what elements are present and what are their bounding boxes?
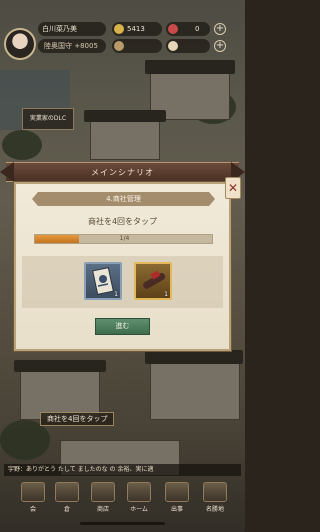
nav-item-landmark[interactable]: 名勝地 (198, 478, 232, 518)
proceed-button[interactable]: 進む (95, 318, 150, 335)
chapter-bar: 4.商社管理 (32, 192, 215, 206)
gold-coin-icon (114, 24, 124, 34)
quest-prompt-plaque[interactable]: 商社を4回をタップ (40, 412, 115, 426)
bottom-navigation: 会 倉 商店 ホーム 出事 名勝地 (0, 478, 245, 518)
warehouse-icon (55, 482, 79, 502)
nav-label: 倉 (63, 506, 70, 513)
dialog-header: メインシナリオ (91, 168, 154, 177)
progress-label: 1/4 (119, 235, 130, 242)
gold-value: 5413 (127, 25, 145, 33)
nav-label: 名勝地 (205, 506, 224, 513)
chapter-title: 4.商社管理 (106, 195, 141, 203)
reward-item-scroll[interactable]: 1 (84, 262, 122, 300)
task-progress-bar: 1/4 (34, 234, 213, 244)
ticket-counter (112, 39, 162, 53)
stamina-icon (168, 41, 178, 51)
reward-count: 1 (164, 291, 168, 298)
event-panel[interactable]: 実業家のDLC (22, 108, 74, 130)
player-avatar[interactable] (4, 28, 36, 60)
top-status-bar: 白川菜乃美 陸奥国守 +8005 5413 0 + + (0, 14, 245, 60)
dialog-header-ribbon: メインシナリオ (6, 162, 239, 182)
shop-icon (91, 482, 115, 502)
reward-count: 1 (114, 291, 118, 298)
player-rank: 陸奥国守 +8005 (38, 39, 106, 53)
ticket-icon (114, 41, 124, 51)
landmark-icon (203, 482, 227, 502)
close-icon[interactable]: ✕ (225, 177, 241, 199)
task-description: 商社を4回をタップ (87, 217, 158, 226)
nav-label: ホーム (130, 506, 148, 513)
player-name: 白川菜乃美 (38, 22, 106, 36)
nav-item-shop[interactable]: 商店 (86, 478, 120, 518)
hall-icon (21, 482, 45, 502)
nav-item-kai[interactable]: 会 (16, 478, 50, 518)
chat-ticker[interactable]: 宇野：ありがとう たして ましたのな の 余裕、実に適 (4, 464, 241, 476)
home-icon (127, 482, 151, 502)
stamina-counter (166, 39, 210, 53)
main-scenario-dialog: 4.商社管理 商社を4回をタップ 1/4 1 1 進む (14, 182, 231, 351)
nav-label: 出事 (170, 506, 183, 513)
gem-counter: 0 (166, 22, 210, 36)
home-indicator (80, 522, 165, 525)
nav-label: 商店 (96, 506, 109, 513)
nav-item-kura[interactable]: 倉 (50, 478, 84, 518)
nav-label: 会 (29, 506, 36, 513)
gem-value: 0 (195, 25, 200, 33)
nav-item-home[interactable]: ホーム (122, 478, 156, 518)
event-icon (165, 482, 189, 502)
add-gem-plus-icon[interactable]: + (214, 23, 226, 35)
add-stamina-plus-icon[interactable]: + (214, 40, 226, 52)
gold-counter: 5413 (112, 22, 162, 36)
reward-area: 1 1 (22, 256, 223, 308)
nav-item-event[interactable]: 出事 (160, 478, 194, 518)
gem-icon (168, 24, 178, 34)
reward-item-brush[interactable]: 1 (134, 262, 172, 300)
